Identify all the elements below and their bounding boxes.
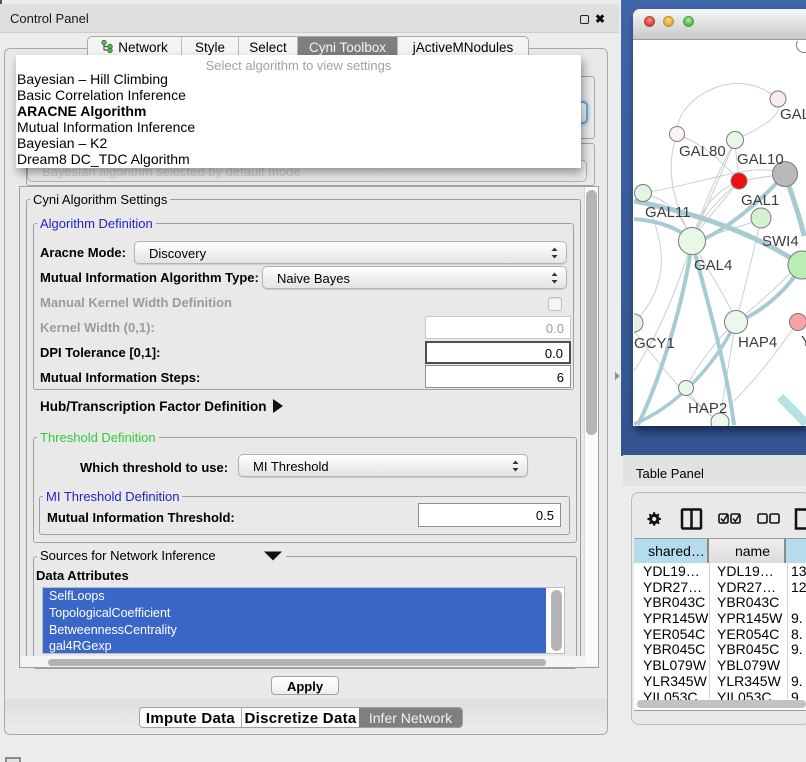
svg-text:HAP4: HAP4 xyxy=(738,334,777,351)
svg-text:HAP2: HAP2 xyxy=(688,400,727,417)
svg-text:GAL11: GAL11 xyxy=(645,204,691,221)
svg-text:GAL: GAL xyxy=(780,106,806,123)
svg-text:SWI4: SWI4 xyxy=(762,233,799,250)
svg-text:GAL1: GAL1 xyxy=(741,192,779,209)
svg-text:GAL10: GAL10 xyxy=(737,151,784,168)
svg-text:GAL4: GAL4 xyxy=(694,257,732,274)
svg-text:Y: Y xyxy=(801,333,806,350)
svg-text:GCY1: GCY1 xyxy=(634,335,675,352)
svg-text:GAL80: GAL80 xyxy=(679,143,726,160)
